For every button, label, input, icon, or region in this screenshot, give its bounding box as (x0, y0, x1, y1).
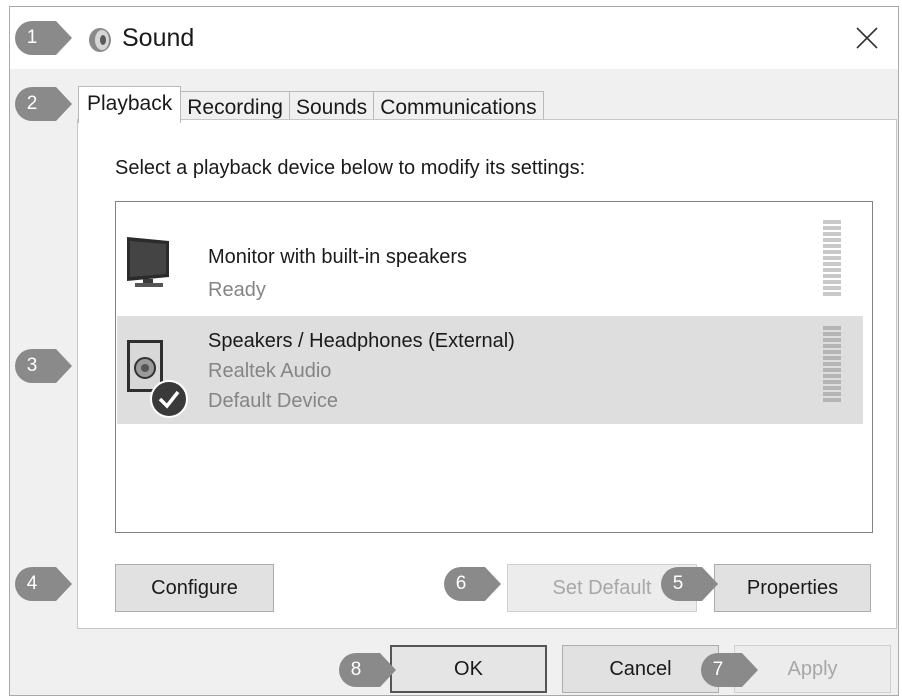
title-bar: Sound (10, 7, 898, 69)
close-icon (856, 27, 878, 49)
close-button[interactable] (836, 7, 898, 69)
device-status: Ready (208, 279, 266, 301)
checkmark-icon (150, 380, 188, 418)
tab-playback[interactable]: Playback (78, 86, 182, 123)
callout-marker: 1 (14, 20, 72, 56)
instruction-text: Select a playback device below to modify… (115, 157, 586, 179)
device-status: Default Device (208, 390, 339, 412)
device-driver: Realtek Audio (208, 360, 332, 382)
device-list: Monitor with built-in speakers Ready Spe… (115, 201, 873, 533)
configure-button[interactable]: Configure (115, 564, 274, 612)
callout-marker: 7 (700, 652, 758, 688)
callout-marker: 4 (14, 566, 72, 602)
device-item-speakers[interactable]: Speakers / Headphones (External) Realtek… (117, 316, 863, 424)
cancel-button[interactable]: Cancel (562, 645, 719, 693)
properties-button[interactable]: Properties (714, 564, 871, 612)
tab-strip: Playback Recording Sounds Communications (78, 86, 544, 123)
callout-marker: 3 (14, 348, 72, 384)
speaker-icon (89, 28, 111, 52)
level-meter (823, 326, 841, 402)
device-name: Monitor with built-in speakers (208, 246, 467, 268)
callout-marker: 6 (443, 566, 501, 602)
device-item-monitor[interactable]: Monitor with built-in speakers Ready (117, 208, 863, 316)
playback-panel: Select a playback device below to modify… (77, 119, 897, 629)
monitor-icon (127, 237, 169, 287)
callout-marker: 2 (14, 86, 72, 122)
device-name: Speakers / Headphones (External) (208, 330, 515, 352)
window-title: Sound (122, 24, 195, 52)
callout-marker: 5 (660, 566, 718, 602)
callout-marker: 8 (338, 652, 396, 688)
level-meter (823, 220, 841, 296)
ok-button[interactable]: OK (390, 645, 547, 693)
